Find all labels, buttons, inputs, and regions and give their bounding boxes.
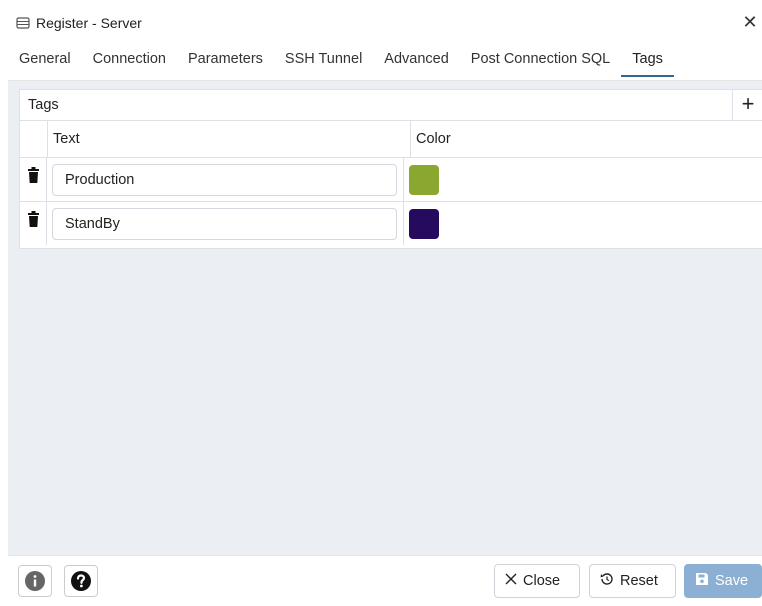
save-label: Save: [715, 573, 749, 589]
register-server-dialog: Register - Server ✕ General Connection P…: [8, 6, 762, 606]
save-button[interactable]: Save: [684, 564, 762, 598]
dialog-footer: Close Reset Save: [8, 555, 762, 606]
tag-text-input[interactable]: [52, 163, 397, 196]
info-icon: [25, 571, 45, 591]
text-cell: [47, 202, 404, 245]
close-button[interactable]: Close: [494, 564, 580, 598]
tags-grid: Tags + Text Color: [19, 89, 762, 249]
tab-post-connection-sql[interactable]: Post Connection SQL: [460, 40, 621, 80]
tab-parameters[interactable]: Parameters: [177, 40, 274, 80]
tags-title: Tags: [28, 97, 59, 113]
grid-header-row: Text Color: [20, 121, 762, 158]
close-label: Close: [523, 573, 561, 589]
header-delete-cell: [20, 121, 48, 157]
server-icon: [16, 16, 30, 30]
text-cell: [47, 158, 404, 201]
tab-ssh-tunnel[interactable]: SSH Tunnel: [274, 40, 373, 80]
reset-label: Reset: [620, 573, 658, 589]
info-button[interactable]: [18, 565, 52, 597]
title-bar: Register - Server ✕: [8, 6, 762, 40]
reset-icon: [600, 572, 614, 590]
tab-content: Tags + Text Color: [8, 81, 762, 555]
close-icon[interactable]: ✕: [740, 12, 760, 32]
reset-button[interactable]: Reset: [589, 564, 676, 598]
add-icon[interactable]: +: [732, 90, 762, 120]
trash-icon[interactable]: [27, 211, 39, 227]
dialog-title: Register - Server: [36, 15, 142, 31]
tab-advanced[interactable]: Advanced: [373, 40, 460, 80]
tags-header: Tags +: [20, 90, 762, 121]
color-cell: [404, 202, 762, 245]
tab-tags[interactable]: Tags: [621, 40, 674, 80]
help-icon: [71, 571, 91, 591]
column-header-color: Color: [416, 131, 451, 147]
color-swatch[interactable]: [409, 208, 439, 239]
table-row: [20, 158, 762, 202]
color-cell: [404, 158, 762, 201]
tag-text-input[interactable]: [52, 207, 397, 240]
table-row: [20, 202, 762, 245]
save-icon: [695, 572, 709, 590]
delete-cell: [20, 158, 47, 201]
x-icon: [505, 573, 517, 589]
trash-icon[interactable]: [27, 167, 39, 183]
tab-general[interactable]: General: [8, 40, 82, 80]
color-swatch[interactable]: [409, 164, 439, 195]
tab-bar: General Connection Parameters SSH Tunnel…: [8, 40, 762, 81]
help-button[interactable]: [64, 565, 98, 597]
delete-cell: [20, 202, 47, 245]
column-header-text: Text: [48, 121, 411, 157]
tab-connection[interactable]: Connection: [82, 40, 177, 80]
